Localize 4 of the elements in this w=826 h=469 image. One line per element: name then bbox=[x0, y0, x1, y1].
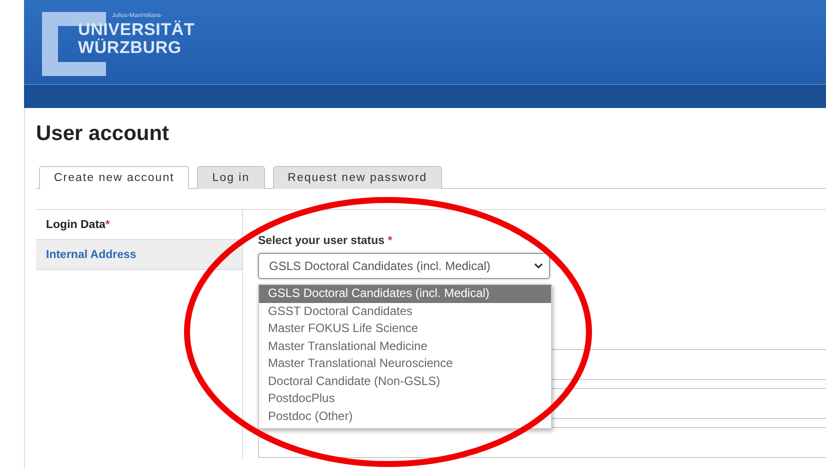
logo-text: WÜRZBURG bbox=[78, 39, 182, 57]
logo-text: UNIVERSITÄT bbox=[78, 21, 195, 39]
field-label: Select your user status * bbox=[258, 235, 392, 247]
page-title: User account bbox=[36, 122, 170, 146]
